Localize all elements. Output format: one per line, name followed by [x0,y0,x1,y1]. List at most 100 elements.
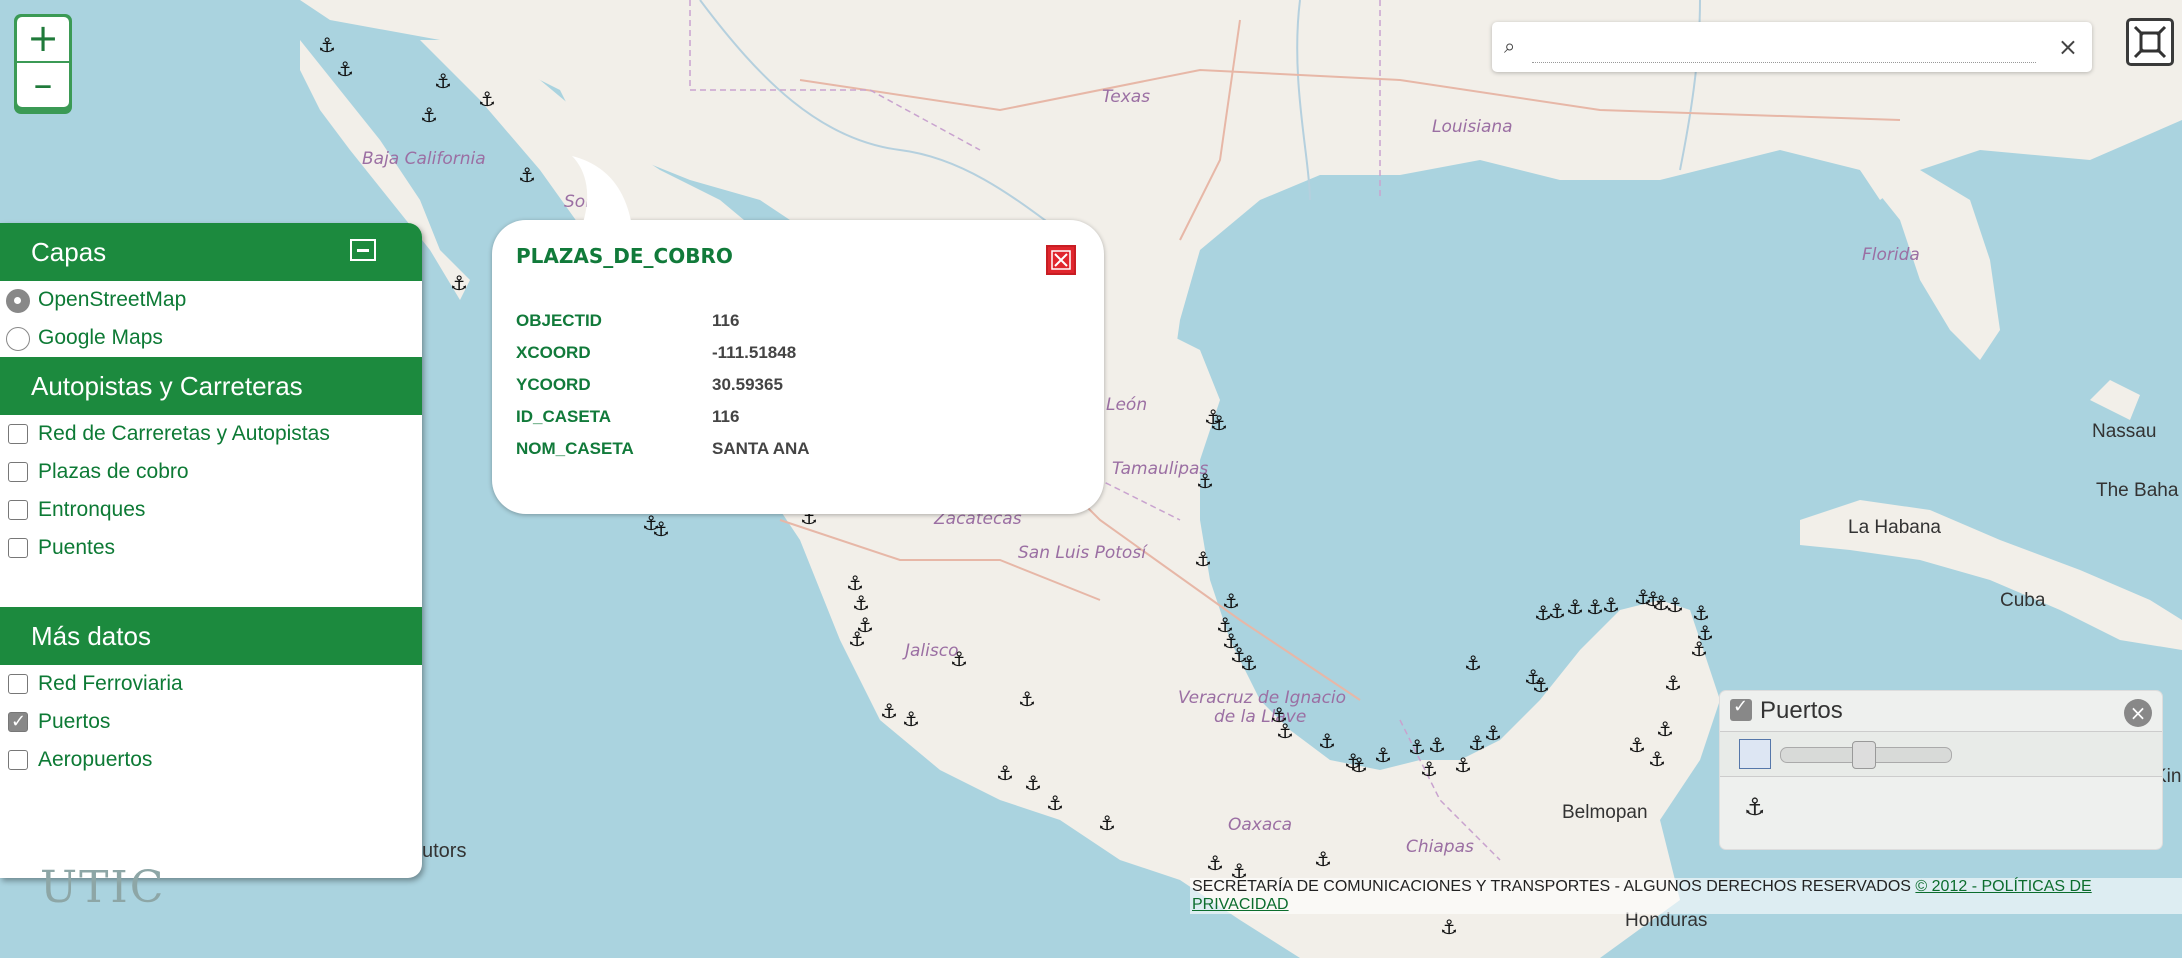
port-marker-icon[interactable]: ⚓ [478,87,496,111]
checkbox[interactable] [8,674,28,694]
attribute-row: OBJECTID 116 [516,305,810,337]
port-marker-icon[interactable]: ⚓ [1350,753,1368,777]
port-marker-icon[interactable]: ⚓ [1532,673,1550,697]
checkbox[interactable] [8,500,28,520]
attribute-key: ID_CASETA [516,407,612,426]
port-marker-icon[interactable]: ⚓ [902,707,920,731]
opacity-slider-handle[interactable] [1852,741,1876,769]
port-marker-icon[interactable]: ⚓ [420,103,438,127]
map-label: Veracruz de Ignacio [1178,688,1346,708]
port-marker-icon[interactable]: ⚓ [1018,687,1036,711]
layer-entronques[interactable]: Entronques [0,491,422,529]
attribute-value: SANTA ANA [712,439,810,458]
checkbox[interactable] [8,750,28,770]
section-title: Autopistas y Carreteras [31,371,303,401]
port-marker-icon[interactable]: ⚓ [1408,735,1426,759]
legend-close-button[interactable]: × [2124,699,2152,727]
port-marker-icon[interactable]: ⚓ [1602,593,1620,617]
port-marker-icon[interactable]: ⚓ [852,591,870,615]
attribute-value: 116 [712,407,740,426]
attribution-text: SECRETARÍA DE COMUNICACIONES Y TRANSPORT… [1192,878,1916,895]
port-marker-icon[interactable]: ⚓ [1690,637,1708,661]
layer-label: Red de Carreretas y Autopistas [38,422,330,445]
port-marker-icon[interactable]: ⚓ [1484,721,1502,745]
port-marker-icon[interactable]: ⚓ [434,69,452,93]
port-marker-icon[interactable]: ⚓ [1664,671,1682,695]
port-marker-icon[interactable]: ⚓ [880,699,898,723]
base-layer-osm[interactable]: OpenStreetMap [0,281,422,319]
attribute-value: 30.59365 [712,375,783,394]
layer-plazas-cobro[interactable]: Plazas de cobro [0,453,422,491]
layer-puertos[interactable]: Puertos [0,703,422,741]
attribution: SECRETARÍA DE COMUNICACIONES Y TRANSPORT… [1190,878,2182,914]
port-marker-icon[interactable]: ⚓ [1656,717,1674,741]
port-marker-icon[interactable]: ⚓ [1318,729,1336,753]
port-marker-icon[interactable]: ⚓ [1024,771,1042,795]
port-marker-icon[interactable]: ⚓ [1196,469,1214,493]
port-marker-icon[interactable]: ⚓ [1046,791,1064,815]
close-icon [1051,250,1071,270]
port-marker-icon[interactable]: ⚓ [996,761,1014,785]
layer-puentes[interactable]: Puentes [0,529,422,567]
radio-osm[interactable] [6,289,30,313]
port-marker-icon[interactable]: ⚓ [1648,747,1666,771]
search-input[interactable] [1532,32,2036,63]
place-label: Belmopan [1562,802,1648,823]
port-marker-icon[interactable]: ⚓ [1666,593,1684,617]
layer-label: Entronques [38,498,146,521]
port-marker-icon[interactable]: ⚓ [1206,851,1224,875]
port-marker-icon[interactable]: ⚓ [848,627,866,651]
checkbox-checked[interactable] [8,703,28,741]
checkbox[interactable] [8,538,28,558]
port-marker-icon[interactable]: ⚓ [1420,757,1438,781]
port-marker-icon[interactable]: ⚓ [1566,595,1584,619]
fullscreen-icon [2133,25,2167,59]
attribute-key: OBJECTID [516,311,602,330]
minimize-icon[interactable] [350,239,376,261]
port-marker-icon[interactable]: ⚓ [1194,547,1212,571]
port-marker-icon[interactable]: ⚓ [1428,733,1446,757]
port-marker-icon[interactable]: ⚓ [1464,651,1482,675]
zoom-in-button[interactable]: + [17,17,69,63]
radio-google[interactable] [6,327,30,351]
fullscreen-button[interactable] [2126,18,2174,66]
checkbox[interactable] [8,424,28,444]
clear-search-button[interactable]: × [2058,33,2078,61]
land-bahamas [2090,380,2140,420]
port-marker-icon[interactable]: ⚓ [1098,811,1116,835]
layer-red-ferroviaria[interactable]: Red Ferroviaria [0,665,422,703]
port-marker-icon[interactable]: ⚓ [652,517,670,541]
legend-toolbar [1720,731,2162,777]
anchor-icon: ⚓ [1744,793,1766,821]
port-marker-icon[interactable]: ⚓ [1222,589,1240,613]
port-marker-icon[interactable]: ⚓ [1374,743,1392,767]
port-marker-icon[interactable]: ⚓ [1548,599,1566,623]
attribute-row: YCOORD 30.59365 [516,369,810,401]
layer-label: Red Ferroviaria [38,672,183,695]
legend-icon[interactable] [1739,739,1771,769]
port-marker-icon[interactable]: ⚓ [1276,719,1294,743]
popup-title: PLAZAS_DE_COBRO [516,244,733,268]
popup-close-button[interactable] [1046,245,1076,275]
port-marker-icon[interactable]: ⚓ [518,163,536,187]
layer-red-carreteras[interactable]: Red de Carreretas y Autopistas [0,415,422,453]
port-marker-icon[interactable]: ⚓ [450,271,468,295]
port-marker-icon[interactable]: ⚓ [1240,651,1258,675]
map-label: Chiapas [1406,837,1474,857]
port-marker-icon[interactable]: ⚓ [1454,753,1472,777]
port-marker-icon[interactable]: ⚓ [1314,847,1332,871]
port-marker-icon[interactable]: ⚓ [1210,411,1228,435]
port-marker-icon[interactable]: ⚓ [950,647,968,671]
legend-header[interactable]: Puertos [1730,696,1843,725]
map-label: Louisiana [1432,117,1513,137]
layer-aeropuertos[interactable]: Aeropuertos [0,741,422,779]
base-layer-google[interactable]: Google Maps [0,319,422,357]
port-marker-icon[interactable]: ⚓ [318,33,336,57]
attribute-row: XCOORD -111.51848 [516,337,810,369]
port-marker-icon[interactable]: ⚓ [1440,915,1458,939]
port-marker-icon[interactable]: ⚓ [336,57,354,81]
zoom-out-button[interactable]: – [17,63,69,107]
checkbox[interactable] [8,462,28,482]
port-marker-icon[interactable]: ⚓ [1628,733,1646,757]
legend-checkbox[interactable] [1730,696,1752,721]
